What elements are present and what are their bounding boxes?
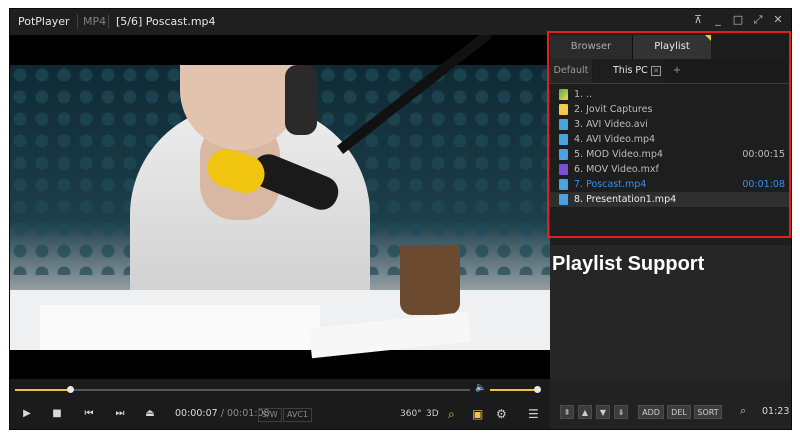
playback-controls: 🔈 ▶ ■ ⏮ ⏭ ⏏ 00:00:07 / 00:01:08 S/W AVC1… — [10, 379, 550, 429]
folder-icon — [559, 104, 568, 115]
item-label: 6. MOV Video.mxf — [574, 164, 659, 175]
pin-icon[interactable]: ⊼ — [691, 13, 705, 27]
vr-360-button[interactable]: 360° — [400, 407, 422, 421]
list-item[interactable]: 4. AVI Video.mp4 — [550, 132, 791, 147]
seek-bar[interactable] — [15, 386, 470, 393]
codec-badge[interactable]: AVC1 — [283, 408, 313, 422]
list-item[interactable]: 6. MOV Video.mxf — [550, 162, 791, 177]
minimize-icon[interactable]: _ — [711, 13, 725, 27]
sort-button[interactable]: SORT — [694, 405, 722, 419]
title-bar: PotPlayer ⌄ MP4 [5/6] Poscast.mp4 ⊼ _ □ … — [10, 9, 791, 35]
add-button[interactable]: ADD — [638, 405, 664, 419]
volume-icon[interactable]: 🔈 — [475, 383, 486, 393]
mov-file-icon — [559, 164, 568, 175]
move-top-button[interactable]: ⇞ — [560, 405, 574, 419]
volume-fill — [490, 389, 540, 391]
render-mode-badge[interactable]: S/W — [258, 408, 282, 422]
3d-button[interactable]: 3D — [426, 407, 439, 421]
next-button[interactable]: ⏭ — [111, 407, 129, 421]
current-time: 00:00:07 — [175, 408, 218, 419]
time-display: 00:00:07 / 00:01:08 — [175, 407, 270, 421]
video-file-icon — [559, 179, 568, 190]
time-separator: / — [220, 408, 224, 419]
headphone-figure — [285, 65, 317, 135]
move-down-button[interactable]: ▼ — [596, 405, 610, 419]
list-item[interactable]: 7. Poscast.mp4 00:01:08 — [550, 177, 791, 192]
window-title: [5/6] Poscast.mp4 — [116, 15, 216, 28]
annotation-label: Playlist Support — [552, 253, 705, 275]
item-label: 5. MOD Video.mp4 — [574, 149, 663, 160]
playlist-subtabs: Default This PC ✕ + — [550, 59, 791, 84]
video-file-icon — [559, 194, 568, 205]
cup-figure — [400, 245, 460, 315]
item-duration: 00:01:08 — [742, 179, 785, 190]
move-up-button[interactable]: ▲ — [578, 405, 592, 419]
list-item[interactable]: 2. Jovit Captures — [550, 102, 791, 117]
parent-folder-icon — [559, 89, 568, 100]
delete-button[interactable]: DEL — [667, 405, 691, 419]
divider — [108, 14, 109, 28]
playlist-total-time: 01:23 — [762, 406, 790, 417]
item-label: 8. Presentation1.mp4 — [574, 194, 677, 205]
previous-button[interactable]: ⏮ — [80, 407, 98, 421]
volume-slider[interactable] — [490, 386, 541, 393]
close-icon[interactable]: ✕ — [651, 66, 661, 76]
eject-button[interactable]: ⏏ — [141, 407, 159, 421]
menu-icon[interactable]: ☰ — [528, 407, 539, 421]
move-bottom-button[interactable]: ⇟ — [614, 405, 628, 419]
stop-button[interactable]: ■ — [48, 407, 66, 421]
app-menu-button[interactable]: PotPlayer — [18, 15, 70, 28]
item-label: 1. .. — [574, 89, 593, 100]
list-item[interactable]: 8. Presentation1.mp4 — [550, 192, 791, 207]
item-label: 3. AVI Video.avi — [574, 119, 648, 130]
fullscreen-icon[interactable]: ⤢ — [751, 13, 765, 27]
video-file-icon — [559, 119, 568, 130]
list-item[interactable]: 5. MOD Video.mp4 00:00:15 — [550, 147, 791, 162]
active-tab-marker — [705, 35, 711, 41]
video-file-icon — [559, 134, 568, 145]
panel-tabs: Browser Playlist — [550, 35, 791, 59]
gear-icon[interactable]: ⚙ — [496, 407, 507, 421]
volume-handle[interactable] — [534, 386, 541, 393]
video-area[interactable] — [10, 35, 550, 379]
subtab-default[interactable]: Default — [550, 59, 592, 83]
paper-sheet — [40, 305, 320, 350]
tab-strip-filler — [711, 35, 791, 59]
seek-handle[interactable] — [66, 386, 74, 393]
format-label: MP4 — [83, 15, 107, 28]
playlist-list: 1. .. 2. Jovit Captures 3. AVI Video.avi… — [550, 87, 791, 207]
close-icon[interactable]: ✕ — [771, 13, 785, 27]
search-icon[interactable]: ⌕ — [740, 404, 746, 418]
window-controls: ⊼ _ □ ⤢ ✕ — [691, 13, 785, 27]
video-frame — [10, 35, 550, 359]
playlist-toolbar: ⇞ ▲ ▼ ⇟ ADD DEL SORT ⌕ 01:23 — [550, 379, 791, 429]
list-item[interactable]: 1. .. — [550, 87, 791, 102]
item-label: 4. AVI Video.mp4 — [574, 134, 656, 145]
divider — [77, 14, 78, 28]
playlist-box: Browser Playlist Default This PC ✕ + 1. … — [550, 35, 791, 245]
video-file-icon — [559, 149, 568, 160]
tab-playlist[interactable]: Playlist — [633, 35, 711, 59]
playlist-panel: Browser Playlist Default This PC ✕ + 1. … — [550, 35, 791, 379]
tab-browser[interactable]: Browser — [550, 35, 633, 59]
chevron-down-icon[interactable]: ⌄ — [63, 13, 71, 24]
subtitle-icon[interactable]: ▣ — [472, 407, 483, 421]
add-tab-button[interactable]: + — [670, 59, 684, 83]
item-duration: 00:00:15 — [742, 149, 785, 160]
maximize-icon[interactable]: □ — [731, 13, 745, 27]
list-item[interactable]: 3. AVI Video.avi — [550, 117, 791, 132]
item-label: 7. Poscast.mp4 — [574, 179, 647, 190]
potplayer-window: PotPlayer ⌄ MP4 [5/6] Poscast.mp4 ⊼ _ □ … — [9, 8, 792, 430]
seek-fill — [15, 389, 70, 391]
search-icon[interactable]: ⌕ — [448, 407, 455, 421]
item-label: 2. Jovit Captures — [574, 104, 653, 115]
play-button[interactable]: ▶ — [18, 407, 36, 421]
